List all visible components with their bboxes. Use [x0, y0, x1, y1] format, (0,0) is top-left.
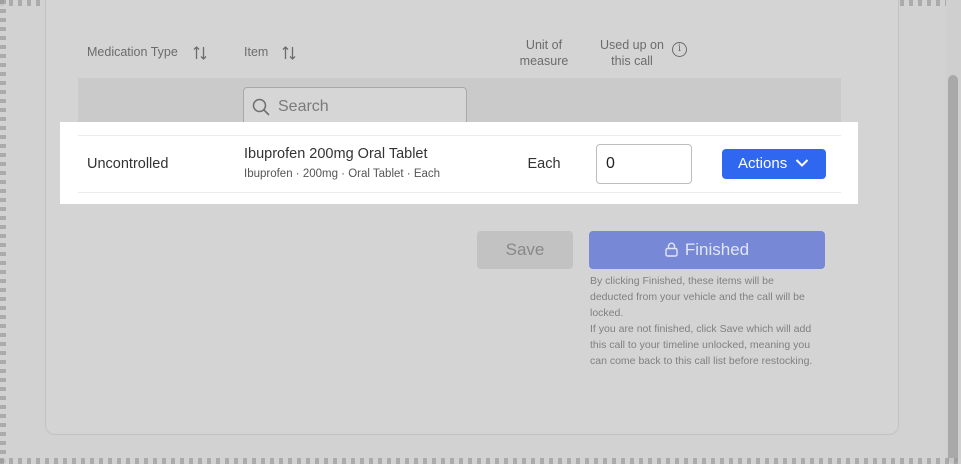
header-unit-of-measure: Unit of measure [508, 37, 580, 69]
save-button[interactable]: Save [477, 231, 573, 269]
actions-dropdown-button[interactable]: Actions [722, 149, 826, 179]
scrollbar-thumb[interactable] [948, 75, 958, 464]
actions-label: Actions [738, 155, 788, 172]
header-unit-line1: Unit of [525, 38, 563, 52]
cell-medication-type: Uncontrolled [87, 156, 169, 172]
note-line: locked. [590, 307, 624, 319]
finished-button[interactable]: Finished [589, 231, 825, 269]
header-medication-type[interactable]: Medication Type [87, 44, 178, 60]
torn-edge-left [0, 0, 6, 464]
note-line: By clicking Finished, these items will b… [590, 275, 774, 287]
lock-icon [665, 242, 678, 257]
finished-label: Finished [684, 240, 750, 259]
cell-unit: Each [527, 156, 561, 172]
search-field[interactable] [243, 87, 467, 126]
note-line: deducted from your vehicle and the call … [590, 291, 805, 303]
row-divider [78, 135, 841, 136]
row-divider [78, 192, 841, 193]
chevron-down-icon [795, 159, 809, 167]
note-line: this call to your timeline unlocked, mea… [590, 339, 811, 351]
header-used-line2: this call [611, 54, 653, 68]
finished-note: By clicking Finished, these items will b… [590, 273, 830, 321]
search-input[interactable] [276, 88, 465, 126]
cell-item-name: Ibuprofen 200mg Oral Tablet [244, 146, 428, 162]
search-icon [252, 98, 270, 116]
info-icon[interactable]: i [672, 42, 687, 57]
header-unit-line2: measure [519, 54, 569, 68]
used-quantity-input[interactable] [596, 144, 692, 184]
note-line: If you are not finished, click Save whic… [590, 323, 812, 335]
sort-arrows-icon[interactable] [193, 45, 207, 61]
header-used-line1: Used up on [600, 38, 664, 52]
header-item[interactable]: Item [244, 44, 268, 60]
save-note: If you are not finished, click Save whic… [590, 321, 830, 369]
torn-edge-bottom [0, 458, 961, 464]
cell-item-details: Ibuprofen · 200mg · Oral Tablet · Each [244, 168, 441, 180]
header-used-on-call: Used up on this call [592, 37, 672, 69]
note-line: can come back to this call list before r… [590, 355, 813, 367]
medication-card [45, 0, 899, 435]
sort-arrows-icon[interactable] [282, 45, 296, 61]
